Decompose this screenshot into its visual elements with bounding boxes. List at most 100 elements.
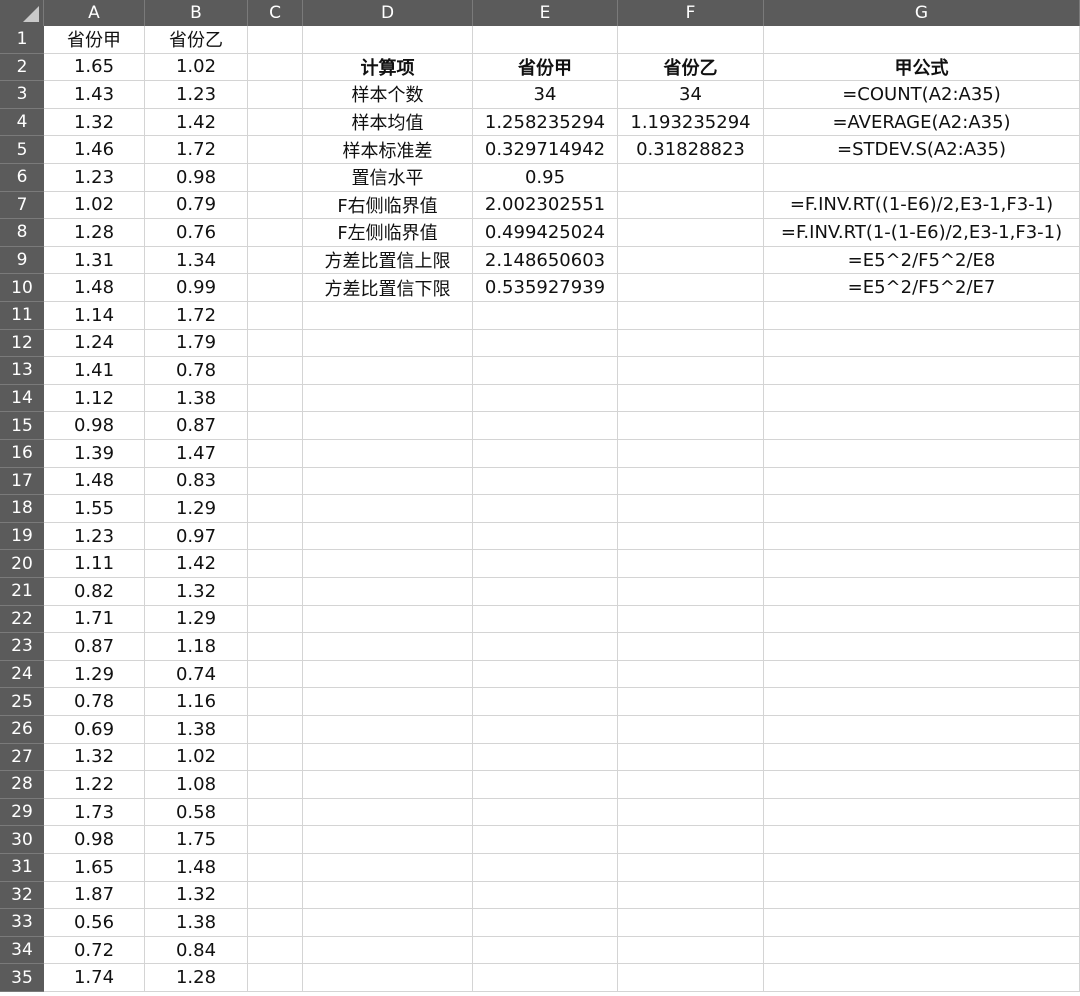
cell-d16[interactable]	[303, 440, 473, 468]
cell-f15[interactable]	[618, 412, 764, 440]
cell-g20[interactable]	[764, 550, 1080, 578]
cell-e5[interactable]: 0.329714942	[473, 136, 618, 164]
row-header-19[interactable]: 19	[0, 522, 44, 551]
cell-c6[interactable]	[248, 164, 303, 192]
cell-c17[interactable]	[248, 467, 303, 496]
cell-g35[interactable]	[764, 964, 1080, 992]
row-header-10[interactable]: 10	[0, 274, 44, 302]
row-header-8[interactable]: 8	[0, 219, 44, 247]
cell-a4[interactable]: 1.32	[44, 108, 145, 137]
cell-b28[interactable]: 1.08	[145, 771, 248, 799]
cell-c34[interactable]	[248, 936, 303, 965]
cell-d34[interactable]	[303, 936, 473, 965]
cell-d28[interactable]	[303, 771, 473, 799]
cell-a16[interactable]: 1.39	[44, 440, 145, 468]
cell-a25[interactable]: 0.78	[44, 688, 145, 716]
cell-b10[interactable]: 0.99	[145, 274, 248, 302]
cell-b26[interactable]: 1.38	[145, 716, 248, 744]
cell-c14[interactable]	[248, 384, 303, 413]
cell-c4[interactable]	[248, 108, 303, 137]
cell-a12[interactable]: 1.24	[44, 329, 145, 358]
cell-c28[interactable]	[248, 771, 303, 799]
cell-d33[interactable]	[303, 909, 473, 937]
cell-g25[interactable]	[764, 688, 1080, 716]
cell-e12[interactable]	[473, 329, 618, 358]
cell-g4[interactable]: =AVERAGE(A2:A35)	[764, 108, 1080, 137]
cell-a26[interactable]: 0.69	[44, 716, 145, 744]
row-header-21[interactable]: 21	[0, 578, 44, 606]
cell-e35[interactable]	[473, 964, 618, 992]
cell-f27[interactable]	[618, 743, 764, 772]
cell-d6[interactable]: 置信水平	[303, 164, 473, 192]
cell-a20[interactable]: 1.11	[44, 550, 145, 578]
cell-d15[interactable]	[303, 412, 473, 440]
cell-e10[interactable]: 0.535927939	[473, 274, 618, 302]
cell-f35[interactable]	[618, 964, 764, 992]
cell-d2[interactable]: 计算项	[303, 53, 473, 82]
cell-b34[interactable]: 0.84	[145, 936, 248, 965]
cell-b5[interactable]: 1.72	[145, 136, 248, 164]
cell-a11[interactable]: 1.14	[44, 302, 145, 330]
cell-d11[interactable]	[303, 302, 473, 330]
cell-e14[interactable]	[473, 384, 618, 413]
cell-a33[interactable]: 0.56	[44, 909, 145, 937]
row-header-15[interactable]: 15	[0, 412, 44, 440]
column-header-a[interactable]: A	[44, 0, 145, 26]
cell-f1[interactable]	[618, 26, 764, 54]
column-header-d[interactable]: D	[303, 0, 473, 26]
cell-e11[interactable]	[473, 302, 618, 330]
cell-a5[interactable]: 1.46	[44, 136, 145, 164]
cell-c10[interactable]	[248, 274, 303, 302]
cell-d30[interactable]	[303, 826, 473, 854]
cell-a14[interactable]: 1.12	[44, 384, 145, 413]
cell-c5[interactable]	[248, 136, 303, 164]
cell-g22[interactable]	[764, 605, 1080, 634]
row-header-29[interactable]: 29	[0, 798, 44, 827]
row-header-4[interactable]: 4	[0, 108, 44, 137]
cell-e1[interactable]	[473, 26, 618, 54]
cell-c26[interactable]	[248, 716, 303, 744]
cell-a9[interactable]: 1.31	[44, 246, 145, 275]
cell-c9[interactable]	[248, 246, 303, 275]
cell-g28[interactable]	[764, 771, 1080, 799]
cell-g11[interactable]	[764, 302, 1080, 330]
row-header-32[interactable]: 32	[0, 881, 44, 910]
cell-d22[interactable]	[303, 605, 473, 634]
cell-g12[interactable]	[764, 329, 1080, 358]
cell-e19[interactable]	[473, 522, 618, 551]
row-header-14[interactable]: 14	[0, 384, 44, 413]
cell-b8[interactable]: 0.76	[145, 219, 248, 247]
cell-d25[interactable]	[303, 688, 473, 716]
cell-f10[interactable]	[618, 274, 764, 302]
row-header-9[interactable]: 9	[0, 246, 44, 275]
cell-e3[interactable]: 34	[473, 81, 618, 109]
cell-g21[interactable]	[764, 578, 1080, 606]
cell-b27[interactable]: 1.02	[145, 743, 248, 772]
cell-g27[interactable]	[764, 743, 1080, 772]
cell-c23[interactable]	[248, 633, 303, 661]
cell-a17[interactable]: 1.48	[44, 467, 145, 496]
cell-f6[interactable]	[618, 164, 764, 192]
cell-g1[interactable]	[764, 26, 1080, 54]
cell-d3[interactable]: 样本个数	[303, 81, 473, 109]
cell-d20[interactable]	[303, 550, 473, 578]
cell-c35[interactable]	[248, 964, 303, 992]
cell-d29[interactable]	[303, 798, 473, 827]
cell-a28[interactable]: 1.22	[44, 771, 145, 799]
cell-b2[interactable]: 1.02	[145, 53, 248, 82]
cell-d24[interactable]	[303, 660, 473, 689]
cell-b21[interactable]: 1.32	[145, 578, 248, 606]
cell-f5[interactable]: 0.31828823	[618, 136, 764, 164]
cell-b6[interactable]: 0.98	[145, 164, 248, 192]
cell-d1[interactable]	[303, 26, 473, 54]
cell-e28[interactable]	[473, 771, 618, 799]
cell-d5[interactable]: 样本标准差	[303, 136, 473, 164]
row-header-27[interactable]: 27	[0, 743, 44, 772]
cell-f23[interactable]	[618, 633, 764, 661]
cell-b19[interactable]: 0.97	[145, 522, 248, 551]
cell-f16[interactable]	[618, 440, 764, 468]
cell-a30[interactable]: 0.98	[44, 826, 145, 854]
cell-e27[interactable]	[473, 743, 618, 772]
cell-b33[interactable]: 1.38	[145, 909, 248, 937]
cell-c19[interactable]	[248, 522, 303, 551]
